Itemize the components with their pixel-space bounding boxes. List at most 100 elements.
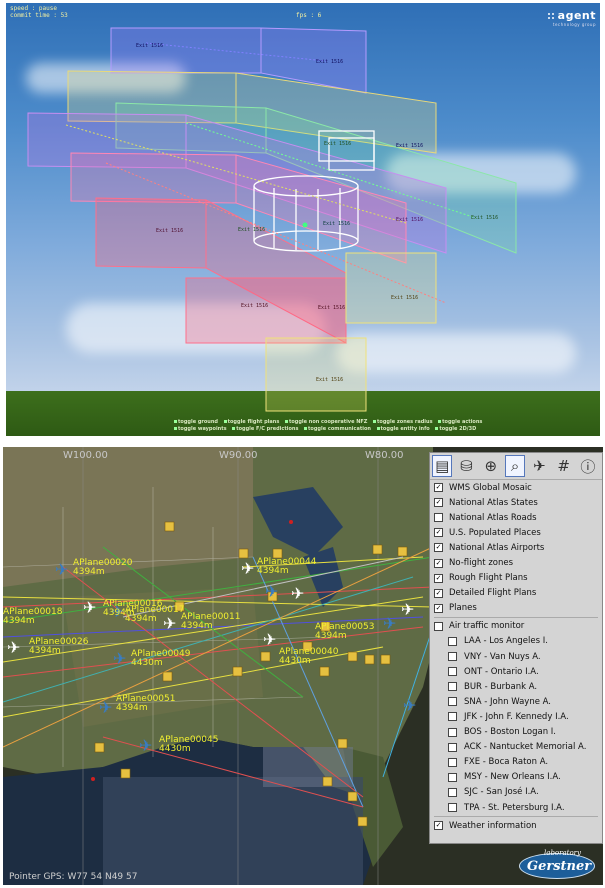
layer-item[interactable]: ✓ National Atlas States [430, 495, 602, 510]
checkbox[interactable] [434, 621, 443, 631]
checkbox[interactable] [434, 513, 443, 523]
airport-item[interactable]: BUR - Burbank A. [430, 679, 602, 694]
plane-label[interactable]: APlane00049 4430m [131, 650, 190, 668]
speed-readout: speed : pause [10, 5, 57, 12]
toggle-predictions[interactable]: toggle F/C predictions [232, 426, 298, 432]
airport-label: VNY - Van Nuys A. [464, 651, 541, 662]
toggle-ground[interactable]: toggle ground [174, 419, 218, 425]
checkbox[interactable]: ✓ [434, 573, 443, 583]
airport-item[interactable]: ONT - Ontario I.A. [430, 664, 602, 679]
svg-text:✈: ✈ [291, 584, 304, 603]
select-zoom-icon[interactable]: ⌕ [504, 455, 526, 477]
toggle-nfz[interactable]: toggle non cooperative NFZ [284, 419, 367, 425]
plane-label[interactable]: APlane00017 4394m [125, 606, 184, 624]
waypoint-label: Exit 1516 [323, 221, 351, 227]
checkbox[interactable] [448, 652, 457, 662]
svg-text:✈: ✈ [401, 600, 414, 619]
layer-item[interactable]: ✓ National Atlas Airports [430, 540, 602, 555]
waypoint-label: Exit 1516 [396, 217, 424, 223]
checkbox[interactable]: ✓ [434, 528, 443, 538]
checkbox[interactable]: ✓ [434, 543, 443, 553]
airport-item[interactable]: SJC - San José I.A. [430, 785, 602, 800]
airport-item[interactable]: BOS - Boston Logan I. [430, 725, 602, 740]
database-icon[interactable]: ⛁ [456, 455, 476, 477]
checkbox[interactable] [448, 772, 457, 782]
layers-icon[interactable]: ▤ [432, 455, 453, 477]
checkbox[interactable] [448, 667, 457, 677]
airport-item[interactable]: MSY - New Orleans I.A. [430, 770, 602, 785]
layer-label: National Atlas Roads [449, 512, 537, 523]
plane-label[interactable]: APlane00018 4394m [3, 608, 62, 626]
toggle-communication[interactable]: toggle communication [304, 426, 371, 432]
airport-item[interactable]: SNA - John Wayne A. [430, 694, 602, 709]
checkbox[interactable] [448, 803, 457, 813]
airport-item[interactable]: ACK - Nantucket Memorial A. [430, 740, 602, 755]
plane-label[interactable]: APlane00020 4394m [73, 559, 132, 577]
airport-item[interactable]: FXE - Boca Raton A. [430, 755, 602, 770]
waypoint-label: Exit 1516 [324, 141, 352, 147]
checkbox[interactable]: ✓ [434, 821, 443, 831]
grid-icon[interactable]: # [554, 455, 574, 477]
agent-logo: agent technology group [546, 9, 596, 27]
airport-label: TPA - St. Petersburg I.A. [464, 802, 565, 813]
plane-label[interactable]: APlane00011 4394m [181, 613, 240, 631]
airport-label: BUR - Burbank A. [464, 681, 538, 692]
weather-information-toggle[interactable]: ✓ Weather information [430, 818, 602, 833]
checkbox[interactable] [448, 757, 457, 767]
checkbox[interactable] [448, 727, 457, 737]
layer-item[interactable]: ✓ Planes [430, 601, 602, 616]
panel-toolbar: ▤ ⛁ ⊕ ⌕ ✈ # ⓘ [430, 453, 602, 480]
layer-item[interactable]: National Atlas Roads [430, 510, 602, 525]
layer-item[interactable]: ✓ U.S. Populated Places [430, 525, 602, 540]
checkbox[interactable]: ✓ [434, 603, 443, 613]
plane-label[interactable]: APlane00051 4394m [116, 695, 175, 713]
svg-text:✈: ✈ [241, 559, 254, 578]
toggle-waypoints[interactable]: toggle waypoints [174, 426, 227, 432]
plane-icon[interactable]: ✈ [529, 455, 549, 477]
flight-map-view[interactable]: ✈ ✈ ✈ ✈ ✈ ✈ ✈ ✈ ✈ ✈ ✈ ✈ ✈ ✈ ✈ W100.00 W9… [3, 447, 603, 885]
waypoint-label: Exit 1516 [156, 228, 184, 234]
layer-list: ✓ WMS Global Mosaic ✓ National Atlas States… [430, 480, 602, 616]
layer-label: Planes [449, 603, 477, 614]
checkbox[interactable] [448, 697, 457, 707]
svg-text:✈: ✈ [263, 630, 276, 649]
airport-item[interactable]: JFK - John F. Kennedy I.A. [430, 709, 602, 724]
toggle-zones-radius[interactable]: toggle zones radius [373, 419, 433, 425]
zoom-in-icon[interactable]: ⊕ [481, 455, 501, 477]
airport-item[interactable]: VNY - Van Nuys A. [430, 649, 602, 664]
plane-label[interactable]: APlane00053 4394m [315, 623, 374, 641]
toggle-flight-plans[interactable]: toggle flight plans [223, 419, 279, 425]
toggle-2d-3d[interactable]: toggle 2D/3D [435, 426, 476, 432]
plane-label[interactable]: APlane00045 4430m [159, 736, 218, 754]
layer-label: Detailed Flight Plans [449, 588, 537, 599]
checkbox[interactable] [448, 682, 457, 692]
airport-item[interactable]: LAA - Los Angeles I. [430, 634, 602, 649]
layer-item[interactable]: ✓ Rough Flight Plans [430, 571, 602, 586]
toggle-entity-info[interactable]: toggle entity info [376, 426, 430, 432]
fps-readout: fps : 6 [296, 12, 322, 19]
3d-airspace-view[interactable]: speed : pause commit time : 53 fps : 6 a… [6, 3, 600, 436]
airport-item[interactable]: TPA - St. Petersburg I.A. [430, 800, 602, 815]
plane-label[interactable]: APlane00026 4394m [29, 638, 88, 656]
layer-item[interactable]: ✓ WMS Global Mosaic [430, 480, 602, 495]
svg-text:✈: ✈ [403, 696, 416, 715]
info-icon[interactable]: ⓘ [578, 455, 598, 477]
svg-text:✈: ✈ [113, 649, 126, 668]
checkbox[interactable]: ✓ [434, 498, 443, 508]
layer-item[interactable]: ✓ Detailed Flight Plans [430, 586, 602, 601]
checkbox[interactable] [448, 742, 457, 752]
plane-label[interactable]: APlane00044 4394m [257, 558, 316, 576]
svg-text:✈: ✈ [7, 638, 20, 657]
plane-label[interactable]: APlane00040 4430m [279, 648, 338, 666]
checkbox[interactable] [448, 712, 457, 722]
airport-label: ACK - Nantucket Memorial A. [464, 742, 587, 753]
air-traffic-monitor-toggle[interactable]: Air traffic monitor [430, 619, 602, 634]
checkbox[interactable]: ✓ [434, 483, 443, 493]
checkbox[interactable]: ✓ [434, 558, 443, 568]
checkbox[interactable] [448, 636, 457, 646]
airport-label: FXE - Boca Raton A. [464, 757, 549, 768]
checkbox[interactable] [448, 787, 457, 797]
layer-item[interactable]: ✓ No-flight zones [430, 555, 602, 570]
checkbox[interactable]: ✓ [434, 588, 443, 598]
toggle-actions[interactable]: toggle actions [438, 419, 482, 425]
